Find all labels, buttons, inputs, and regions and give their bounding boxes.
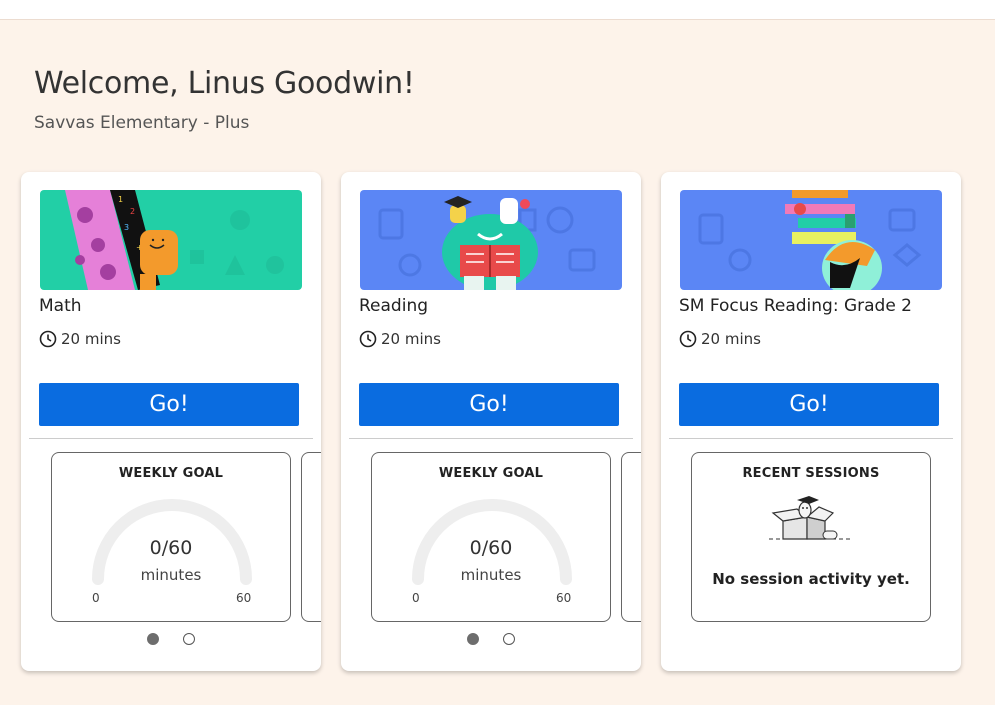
duration-label: 20 mins bbox=[381, 330, 441, 348]
recent-sessions-widget: RECENT SESSIONS No session activity yet. bbox=[691, 452, 931, 622]
svg-text:2: 2 bbox=[130, 207, 135, 216]
next-widget-peek[interactable] bbox=[301, 452, 321, 622]
go-button-reading[interactable]: Go! bbox=[359, 383, 619, 426]
no-session-message: No session activity yet. bbox=[712, 570, 910, 588]
course-duration: 20 mins bbox=[359, 330, 441, 348]
goal-progress-value: 0/60 bbox=[149, 537, 193, 559]
gauge-min-label: 0 bbox=[412, 591, 420, 605]
gauge-max-label: 60 bbox=[236, 591, 252, 605]
weekly-goal-widget: WEEKLY GOAL 0/60 minutes 0 60 bbox=[371, 452, 611, 622]
widget-title: WEEKLY GOAL bbox=[118, 466, 224, 481]
next-widget-peek[interactable] bbox=[621, 452, 641, 622]
svg-text:1: 1 bbox=[118, 195, 123, 204]
reading-banner-image bbox=[360, 190, 622, 290]
carousel-dot-2[interactable] bbox=[503, 633, 515, 645]
gauge-min-label: 0 bbox=[92, 591, 100, 605]
weekly-goal-widget: WEEKLY GOAL 0/60 minutes 0 60 bbox=[51, 452, 291, 622]
top-navigation-bar bbox=[0, 0, 995, 20]
course-card-reading: Reading 20 mins Go! WEEKLY GOAL 0/60 min… bbox=[341, 172, 641, 671]
divider bbox=[349, 438, 633, 439]
clock-icon bbox=[39, 330, 57, 348]
carousel-dot-1[interactable] bbox=[467, 633, 479, 645]
clock-icon bbox=[679, 330, 697, 348]
course-title: Math bbox=[39, 296, 82, 316]
carousel-dot-1[interactable] bbox=[147, 633, 159, 645]
go-button-sm-focus-reading[interactable]: Go! bbox=[679, 383, 939, 426]
course-title: Reading bbox=[359, 296, 429, 316]
welcome-heading: Welcome, Linus Goodwin! bbox=[34, 66, 415, 101]
school-name: Savvas Elementary - Plus bbox=[34, 113, 250, 133]
svg-text:3: 3 bbox=[124, 223, 129, 232]
gauge-max-label: 60 bbox=[556, 591, 572, 605]
course-card-sm-focus-reading: SM Focus Reading: Grade 2 20 mins Go! RE… bbox=[661, 172, 961, 671]
course-duration: 20 mins bbox=[39, 330, 121, 348]
goal-unit-label: minutes bbox=[140, 566, 202, 584]
go-button-math[interactable]: Go! bbox=[39, 383, 299, 426]
duration-label: 20 mins bbox=[61, 330, 121, 348]
math-banner-image: 12 3+ × bbox=[40, 190, 302, 290]
course-duration: 20 mins bbox=[679, 330, 761, 348]
goal-progress-value: 0/60 bbox=[469, 537, 513, 559]
course-card-math: 12 3+ × Math 20 mins Go! WEEKLY GOAL 0/6… bbox=[21, 172, 321, 671]
empty-box-illustration bbox=[769, 496, 853, 540]
sm-focus-reading-banner-image bbox=[680, 190, 942, 290]
course-title: SM Focus Reading: Grade 2 bbox=[679, 296, 913, 316]
clock-icon bbox=[359, 330, 377, 348]
widget-title: WEEKLY GOAL bbox=[438, 466, 544, 481]
widget-title: RECENT SESSIONS bbox=[742, 466, 880, 481]
carousel-pagination bbox=[21, 633, 321, 647]
divider bbox=[29, 438, 313, 439]
goal-unit-label: minutes bbox=[460, 566, 522, 584]
carousel-dot-2[interactable] bbox=[183, 633, 195, 645]
divider bbox=[669, 438, 953, 439]
carousel-pagination bbox=[341, 633, 641, 647]
duration-label: 20 mins bbox=[701, 330, 761, 348]
